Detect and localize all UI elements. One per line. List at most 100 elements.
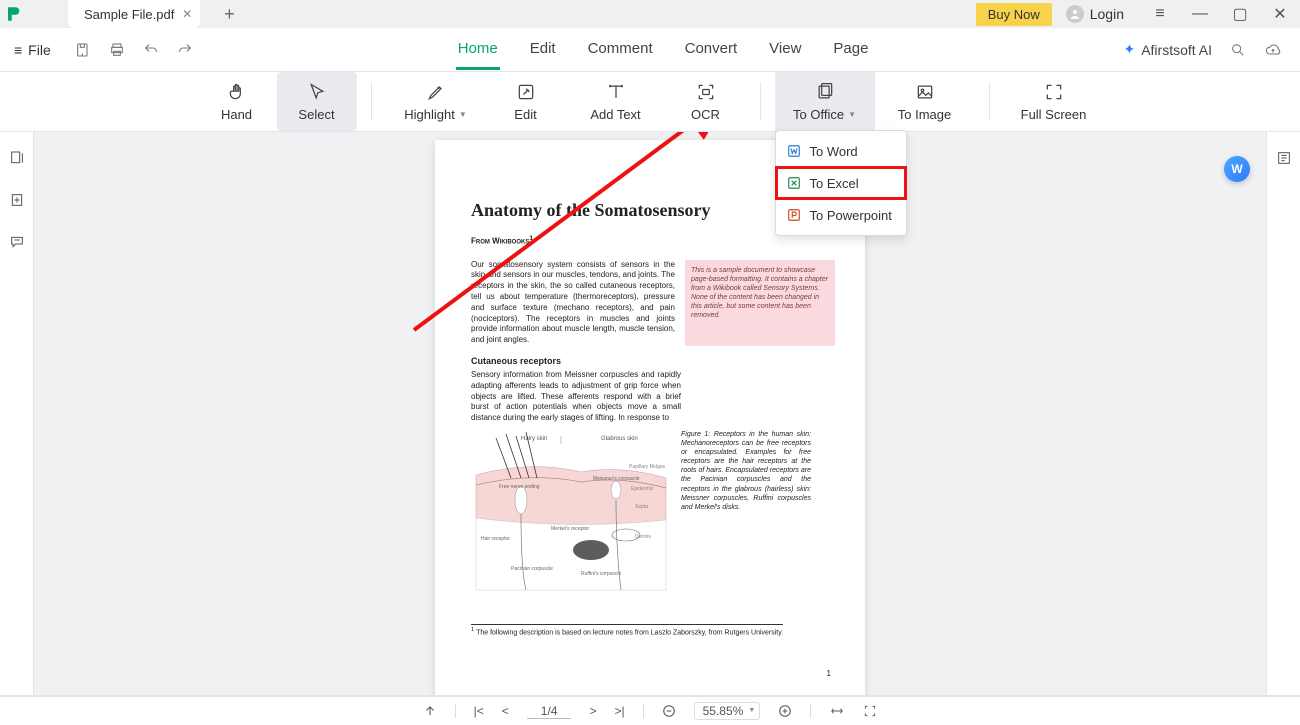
tool-select[interactable]: Select (277, 72, 357, 131)
hamburger-icon[interactable]: ≡ (1140, 0, 1180, 28)
user-avatar-icon (1066, 5, 1084, 23)
highlight-icon (426, 81, 446, 103)
bookmark-panel-icon[interactable] (9, 192, 25, 208)
svg-text:Epidermis: Epidermis (631, 486, 654, 492)
new-tab-button[interactable]: + (216, 4, 242, 25)
svg-text:Hair receptor: Hair receptor (481, 536, 510, 542)
fullscreen-icon (1044, 81, 1064, 103)
minimize-icon[interactable]: — (1180, 0, 1220, 28)
svg-text:Hairy skin: Hairy skin (521, 436, 547, 442)
file-menu-label: File (28, 42, 51, 58)
to-office-dropdown: To Word To Excel To Powerpoint (775, 130, 907, 236)
svg-text:Ruffini's corpuscle: Ruffini's corpuscle (581, 571, 622, 577)
file-tab[interactable]: Sample File.pdf ✕ (68, 0, 200, 28)
ai-label: Afirstsoft AI (1141, 42, 1212, 58)
doc-paragraph: Our somatosensory system consists of sen… (471, 260, 675, 346)
ai-button[interactable]: ✦ Afirstsoft AI (1123, 41, 1212, 58)
svg-text:Papillary Ridges: Papillary Ridges (629, 464, 666, 470)
tool-edit[interactable]: Edit (486, 72, 566, 131)
menu-home[interactable]: Home (456, 30, 500, 70)
excel-icon (786, 175, 802, 191)
svg-text:Glabrous skin: Glabrous skin (601, 436, 638, 442)
doc-subheading: Cutaneous receptors (471, 356, 835, 366)
zoom-in-icon[interactable] (778, 704, 792, 718)
maximize-icon[interactable]: ▢ (1220, 0, 1260, 28)
print-icon[interactable] (109, 42, 125, 58)
word-icon (786, 143, 802, 159)
tool-ocr[interactable]: OCR (666, 72, 746, 131)
tool-hand[interactable]: Hand (197, 72, 277, 131)
search-icon[interactable] (1230, 42, 1246, 58)
login-button[interactable]: Login (1066, 5, 1124, 23)
cloud-upload-icon[interactable] (1264, 42, 1282, 58)
titlebar: Sample File.pdf ✕ + Buy Now Login ≡ — ▢ … (0, 0, 1300, 28)
svg-text:Septa: Septa (635, 504, 648, 510)
ocr-icon (696, 81, 716, 103)
floating-translate-badge[interactable]: W (1224, 156, 1250, 182)
page-number: 1 (827, 669, 831, 678)
login-label: Login (1090, 6, 1124, 22)
left-sidebar (0, 132, 34, 695)
hand-icon (227, 81, 247, 103)
jump-first-icon[interactable] (423, 704, 437, 718)
workspace: Anatomy of the Somatosensory From Wikibo… (0, 132, 1300, 695)
svg-text:Dermis: Dermis (635, 534, 651, 540)
next-page-far-icon[interactable]: >| (615, 704, 625, 718)
figure-caption: Figure 1: Receptors in the human skin: M… (681, 430, 811, 600)
svg-text:Free nerve ending: Free nerve ending (499, 484, 540, 490)
next-page-icon[interactable]: > (589, 704, 596, 718)
buy-now-button[interactable]: Buy Now (976, 3, 1052, 26)
fit-width-icon[interactable] (829, 704, 845, 718)
chevron-down-icon: ▼ (459, 110, 467, 119)
app-logo (0, 0, 28, 28)
sparkle-icon: ✦ (1123, 41, 1135, 58)
edit-icon (516, 81, 536, 103)
fit-page-icon[interactable] (863, 704, 877, 718)
tool-add-text[interactable]: Add Text (566, 72, 666, 131)
chevron-down-icon: ▼ (848, 110, 856, 119)
menu-tabs: Home Edit Comment Convert View Page (456, 30, 871, 70)
menu-convert[interactable]: Convert (683, 30, 740, 70)
comment-panel-icon[interactable] (9, 234, 25, 250)
page-indicator[interactable]: 1/4 (527, 704, 572, 719)
tool-to-office[interactable]: To Office▼ To Word To Excel To Powerpoin… (775, 72, 875, 131)
powerpoint-icon (786, 207, 802, 223)
doc-note: This is a sample document to showcase pa… (685, 260, 835, 346)
to-office-icon (815, 81, 835, 103)
properties-panel-icon[interactable] (1276, 150, 1292, 166)
svg-text:Pacinian corpuscle: Pacinian corpuscle (511, 566, 553, 572)
hamburger-small-icon: ≡ (14, 42, 22, 58)
dropdown-to-word[interactable]: To Word (776, 135, 906, 167)
tool-to-image[interactable]: To Image (875, 72, 975, 131)
menu-edit[interactable]: Edit (528, 30, 558, 70)
file-menu[interactable]: ≡ File (0, 42, 65, 58)
save-icon[interactable] (75, 42, 91, 58)
svg-text:Merkel's receptor: Merkel's receptor (551, 526, 590, 532)
thumbnail-panel-icon[interactable] (9, 150, 25, 166)
undo-icon[interactable] (143, 42, 159, 58)
dropdown-to-powerpoint[interactable]: To Powerpoint (776, 199, 906, 231)
right-sidebar (1266, 132, 1300, 695)
add-text-icon (606, 81, 626, 103)
file-tab-label: Sample File.pdf (84, 7, 174, 22)
tool-full-screen[interactable]: Full Screen (1004, 72, 1104, 131)
menu-comment[interactable]: Comment (586, 30, 655, 70)
tool-highlight[interactable]: Highlight▼ (386, 72, 486, 131)
doc-paragraph: Sensory information from Meissner corpus… (471, 370, 681, 424)
prev-page-far-icon[interactable]: |< (474, 704, 484, 718)
cursor-icon (307, 81, 327, 103)
svg-text:Meissner's corpuscle: Meissner's corpuscle (593, 476, 640, 482)
toolbar: Hand Select Highlight▼ Edit Add Text OCR… (0, 72, 1300, 132)
redo-icon[interactable] (177, 42, 193, 58)
to-image-icon (915, 81, 935, 103)
prev-page-icon[interactable]: < (502, 704, 509, 718)
dropdown-to-excel[interactable]: To Excel (776, 167, 906, 199)
menu-view[interactable]: View (767, 30, 803, 70)
close-window-icon[interactable]: ✕ (1260, 0, 1300, 28)
zoom-out-icon[interactable] (662, 704, 676, 718)
zoom-value[interactable]: 55.85%▼ (694, 702, 761, 720)
document-viewport[interactable]: Anatomy of the Somatosensory From Wikibo… (34, 132, 1266, 695)
menu-page[interactable]: Page (831, 30, 870, 70)
statusbar: |< < 1/4 > >| 55.85%▼ (0, 695, 1300, 725)
close-tab-icon[interactable]: ✕ (182, 7, 192, 21)
